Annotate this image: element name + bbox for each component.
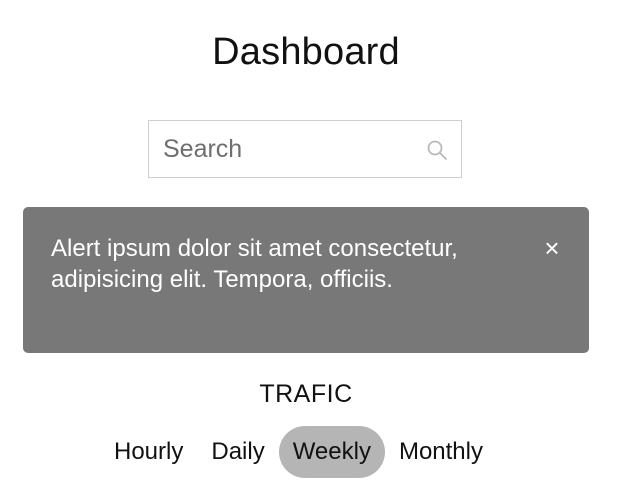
tab-weekly[interactable]: Weekly xyxy=(278,426,385,478)
tab-monthly[interactable]: Monthly xyxy=(385,426,497,478)
alert-message: Alert ipsum dolor sit amet consectetur, … xyxy=(51,235,458,293)
traffic-heading: TRAFIC xyxy=(259,380,353,408)
search-box[interactable] xyxy=(148,120,462,178)
search-input[interactable] xyxy=(163,121,413,177)
search-icon[interactable] xyxy=(425,138,449,162)
tab-daily[interactable]: Daily xyxy=(197,426,278,478)
tab-hourly[interactable]: Hourly xyxy=(100,426,197,478)
alert-banner: Alert ipsum dolor sit amet consectetur, … xyxy=(23,207,589,353)
close-icon[interactable]: × xyxy=(541,235,563,261)
page-title: Dashboard xyxy=(212,31,400,73)
traffic-tabs: Hourly Daily Weekly Monthly xyxy=(100,426,497,478)
